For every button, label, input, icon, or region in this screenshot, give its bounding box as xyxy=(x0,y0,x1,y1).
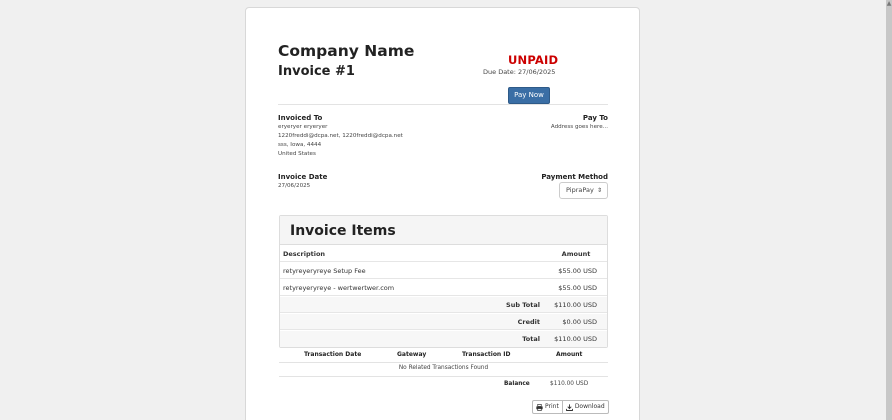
download-icon xyxy=(565,403,573,411)
total-label: Total xyxy=(522,335,540,343)
table-row: retyreyeryreye - wertwertwer.com $55.00 … xyxy=(280,280,607,296)
payment-method-select[interactable]: PipraPay ⇕ xyxy=(559,182,608,199)
printer-icon xyxy=(536,403,543,411)
balance-label: Balance xyxy=(504,381,530,387)
item-amount: $55.00 USD xyxy=(558,267,597,275)
balance-value: $110.00 USD xyxy=(550,381,589,387)
total-row: Total $110.00 USD xyxy=(280,331,607,347)
divider xyxy=(279,362,608,363)
items-table-header: Description Amount xyxy=(280,246,607,262)
invoice-number: Invoice #1 xyxy=(278,64,355,79)
total-value: $110.00 USD xyxy=(554,335,597,343)
download-button[interactable]: Download xyxy=(561,401,608,413)
pay-to-address: Address goes here... xyxy=(550,124,608,130)
invoiced-to-address: sss, Iowa, 4444 xyxy=(278,142,322,148)
download-label: Download xyxy=(574,403,605,410)
table-row: retyreyeryreye Setup Fee $55.00 USD xyxy=(280,263,607,279)
scrollbar-thumb[interactable] xyxy=(886,0,892,420)
item-amount: $55.00 USD xyxy=(558,284,597,292)
payment-method-label: Payment Method xyxy=(541,173,608,181)
invoice-card: Company Name Invoice #1 UNPAID Due Date:… xyxy=(245,7,640,420)
subtotal-row: Sub Total $110.00 USD xyxy=(280,297,607,313)
col-description: Description xyxy=(283,250,326,258)
print-button[interactable]: Print xyxy=(533,401,562,413)
item-description: retyreyeryreye Setup Fee xyxy=(283,267,366,275)
status-badge: UNPAID xyxy=(508,53,559,67)
payment-method-value: PipraPay xyxy=(566,186,594,194)
company-name: Company Name xyxy=(278,42,415,60)
credit-label: Credit xyxy=(517,318,540,326)
subtotal-label: Sub Total xyxy=(506,301,540,309)
invoice-items-title: Invoice Items xyxy=(290,223,396,239)
credit-row: Credit $0.00 USD xyxy=(280,314,607,330)
due-date: Due Date: 27/06/2025 xyxy=(483,68,556,76)
invoiced-to-label: Invoiced To xyxy=(278,114,323,122)
invoiced-to-name: eryeryer eryeryer xyxy=(278,124,328,130)
action-buttons: Print Download xyxy=(532,400,609,414)
print-label: Print xyxy=(545,403,559,410)
invoiced-to-country: United States xyxy=(278,151,316,157)
pay-to-label: Pay To xyxy=(582,114,608,122)
invoice-items-panel: Invoice Items Description Amount retyrey… xyxy=(279,215,608,348)
tx-col-date: Transaction Date xyxy=(304,351,362,358)
tx-col-amount: Amount xyxy=(556,351,583,358)
invoice-items-header: Invoice Items xyxy=(280,216,607,245)
select-arrows-icon: ⇕ xyxy=(596,187,602,194)
credit-value: $0.00 USD xyxy=(562,318,597,326)
invoiced-to-emails: 1220freddi@dcpa.net, 1220freddi@dcpa.net xyxy=(278,133,403,139)
no-transactions-text: No Related Transactions Found xyxy=(398,365,489,371)
subtotal-value: $110.00 USD xyxy=(554,301,597,309)
invoice-date-label: Invoice Date xyxy=(278,173,328,181)
tx-col-gateway: Gateway xyxy=(397,351,427,358)
tx-col-id: Transaction ID xyxy=(462,351,511,358)
divider xyxy=(279,376,608,377)
col-amount: Amount xyxy=(561,250,591,258)
pay-now-button[interactable]: Pay Now xyxy=(508,87,550,104)
item-description: retyreyeryreye - wertwertwer.com xyxy=(283,284,395,292)
invoice-date-value: 27/06/2025 xyxy=(278,183,311,189)
scroll-up-icon[interactable]: ▲ xyxy=(886,0,892,8)
divider xyxy=(278,104,608,105)
